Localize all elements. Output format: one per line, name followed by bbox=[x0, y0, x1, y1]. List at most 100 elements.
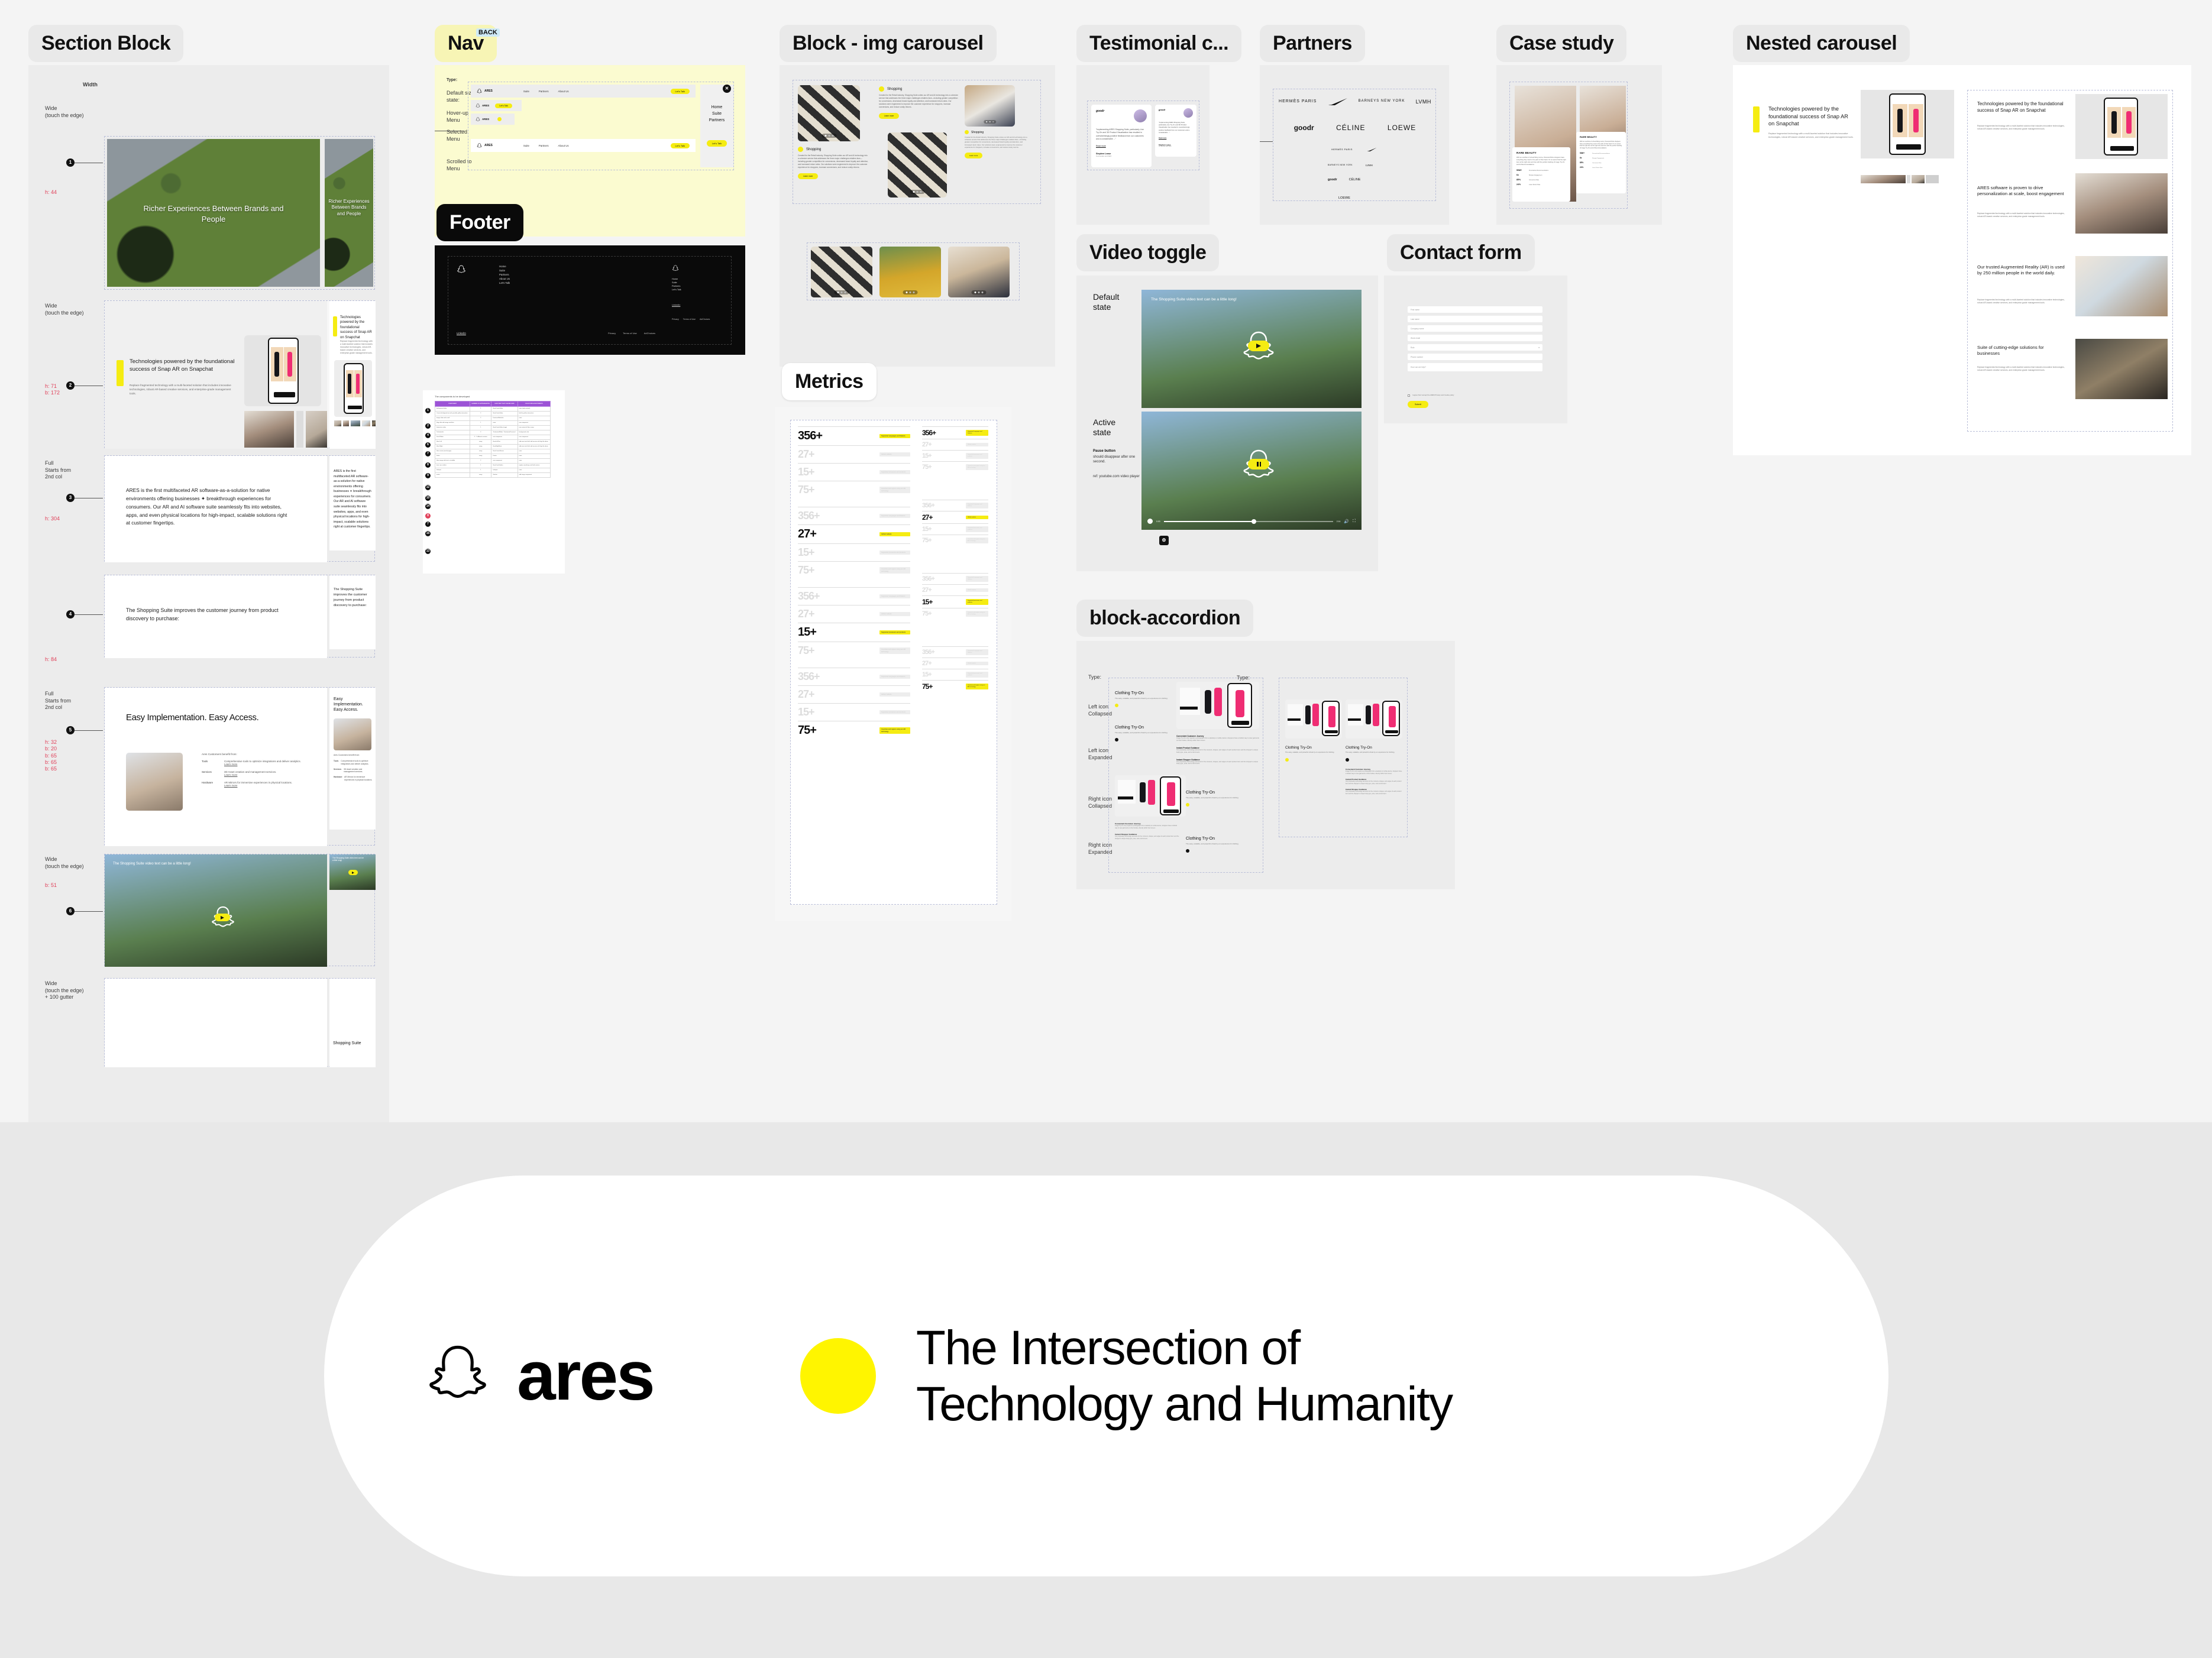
metrics-artboard[interactable]: 356+ Supported Languages and Dialects 27+ G… bbox=[790, 420, 997, 905]
menu-item-home[interactable]: Home bbox=[712, 105, 723, 109]
accordion-artboard-left[interactable]: Clothing Try-On The easy, scalable, and … bbox=[1108, 678, 1263, 873]
metric-row[interactable]: 75+ Countries and regions using our AR te… bbox=[798, 561, 910, 579]
pill-case-study[interactable]: Case study bbox=[1496, 25, 1627, 62]
pill-video-toggle[interactable]: Video toggle bbox=[1076, 234, 1220, 271]
carousel-dots[interactable] bbox=[983, 119, 997, 124]
nav-link-suite[interactable]: Suite bbox=[523, 90, 529, 93]
carousel-cta[interactable]: Learn more bbox=[879, 112, 900, 119]
nav-link-partners[interactable]: Partners bbox=[539, 144, 549, 147]
annotation-badge[interactable]: 1 bbox=[425, 408, 431, 413]
case-study-artboard[interactable]: RARE BEAUTY With an overflow of virtual … bbox=[1509, 82, 1628, 209]
expand-icon[interactable] bbox=[1186, 803, 1189, 807]
menu-item-partners[interactable]: Partners bbox=[709, 118, 725, 122]
consent-checkbox[interactable] bbox=[1408, 394, 1410, 397]
submit-button[interactable]: Submit bbox=[1408, 401, 1429, 408]
video-controls[interactable]: 0:00 2:14 🔊 ⛶ bbox=[1147, 519, 1356, 524]
table-row[interactable]: Testimonials 3 TestimonialSlider / Testimo… bbox=[435, 429, 551, 435]
metric-group[interactable]: 356+ Supported Languages and Dialects 27+ G… bbox=[798, 507, 910, 579]
metric-row[interactable]: 27+ Global markets bbox=[922, 658, 988, 669]
pill-section-block[interactable]: Section Block bbox=[28, 25, 184, 62]
input-last-name[interactable]: Last name bbox=[1408, 316, 1542, 322]
metric-group[interactable]: 356+ Supported Languages and Dialects 27+ G… bbox=[798, 426, 910, 498]
table-row[interactable]: Center left-aligned text with possible y… bbox=[435, 410, 551, 416]
metric-row[interactable]: 356+ Supported Languages and Dialects bbox=[922, 573, 988, 584]
table-row[interactable]: footer many Footer none bbox=[435, 453, 551, 459]
table-row[interactable]: Huge title with image and links 1 none new … bbox=[435, 420, 551, 426]
nav-link-about[interactable]: About Us bbox=[558, 90, 569, 93]
footer-link-partners[interactable]: Partners bbox=[499, 273, 510, 276]
metric-row[interactable]: 75+ Countries and regions using our AR te… bbox=[922, 461, 988, 472]
footer-legal-mobile[interactable]: Privacy Terms of Use AdChoices bbox=[672, 318, 710, 320]
table-row[interactable]: item case studies 1 HeroCaseStudies maybe s… bbox=[435, 462, 551, 468]
section-artboard-1[interactable]: Richer Experiences Between Brands and Pe… bbox=[104, 136, 375, 290]
footer-link-talk[interactable]: Let's Talk bbox=[672, 289, 681, 291]
frame-testimonial[interactable]: b: 18 goodr "Implementing ARES Shopping … bbox=[1076, 65, 1210, 225]
nav-cta-button[interactable]: Let's Talk bbox=[495, 103, 513, 108]
annotation-badge[interactable]: 12 bbox=[425, 485, 431, 490]
metric-row[interactable]: 75+ Countries and regions using our AR te… bbox=[798, 481, 910, 498]
footer-link-partners[interactable]: Partners bbox=[672, 285, 681, 287]
learn-more-link[interactable]: Learn more bbox=[224, 773, 237, 776]
annotation-badge[interactable]: 7 bbox=[425, 522, 431, 527]
navbar-hover[interactable]: ARES Let's Talk bbox=[471, 100, 522, 111]
section-artboard-4[interactable]: The Shopping Suite improves the customer… bbox=[104, 575, 376, 658]
metric-row[interactable]: 356+ Supported Languages and Dialects bbox=[922, 646, 988, 658]
testimonial-card[interactable]: goodr "Implementing ARES Shopping Suite,… bbox=[1155, 105, 1196, 157]
pill-img-carousel[interactable]: Block - img carousel bbox=[780, 25, 997, 62]
frame-nested-carousel[interactable]: Technologies powered by the foundational… bbox=[1733, 65, 2191, 455]
frame-video-toggle[interactable]: Default state Active state Pause button … bbox=[1076, 276, 1378, 571]
metric-row[interactable]: 356+ Supported Languages and Dialects bbox=[798, 507, 910, 524]
expand-icon[interactable] bbox=[1285, 758, 1289, 762]
testimonial-card[interactable]: goodr "Implementing ARES Shopping Suite,… bbox=[1091, 105, 1152, 167]
pill-footer[interactable]: Footer bbox=[436, 204, 523, 241]
metric-row[interactable]: 27+ Global markets bbox=[798, 524, 910, 543]
frame-footer[interactable]: Home Suite Partners About Us Let's Talk … bbox=[435, 245, 745, 355]
pill-metrics[interactable]: Metrics bbox=[782, 363, 877, 400]
table-row[interactable]: Hero Right many HeroRightBasic add more tex… bbox=[435, 443, 551, 449]
case-study-card[interactable]: RARE BEAUTY With an overflow of virtual … bbox=[1576, 132, 1626, 193]
textarea-message[interactable]: How can we help? bbox=[1408, 363, 1542, 371]
footer-link-about[interactable]: About Us bbox=[499, 277, 510, 280]
carousel-dots[interactable] bbox=[822, 134, 836, 138]
annotation-badge[interactable]: 13 bbox=[425, 549, 431, 554]
metric-row[interactable]: 75+ Countries and regions using our AR te… bbox=[798, 721, 910, 740]
metric-group[interactable]: 356+ Supported Languages and Dialects 27+ G… bbox=[798, 668, 910, 740]
legal-privacy[interactable]: Privacy bbox=[672, 318, 679, 320]
footer-legal[interactable]: Privacy Terms of Use AdChoices bbox=[608, 332, 655, 335]
pill-nested-carousel[interactable]: Nested carousel bbox=[1733, 25, 1910, 62]
table-row[interactable]: background video 1 HeroCenterVideo none (on… bbox=[435, 406, 551, 412]
component-table[interactable]: COMPONENT NUMBER OF APPEARANCES SLE/COMP T… bbox=[435, 401, 551, 478]
frame-partners[interactable]: HERMÈS PARIS BARNEYS NEW YORK LVMH goodr… bbox=[1260, 65, 1449, 225]
table-row[interactable]: hubspot 1 hubspot none bbox=[435, 467, 551, 473]
footer-nav[interactable]: Home Suite Partners About Us Let's Talk bbox=[499, 265, 510, 284]
metric-row[interactable]: 15+ Supported processors and products bbox=[922, 450, 988, 461]
footer-nav-mobile[interactable]: Home Suite Partners Let's Talk bbox=[672, 278, 681, 291]
table-row[interactable]: Image slider with scroll 2 FeaturesSliderI… bbox=[435, 415, 551, 421]
menu-item-suite[interactable]: Suite bbox=[712, 112, 722, 116]
footer-link-suite[interactable]: Suite bbox=[499, 269, 510, 272]
metric-row[interactable]: 27+ Global markets bbox=[798, 605, 910, 623]
accordion-item[interactable]: Clothing Try-On The easy, scalable, and … bbox=[1285, 746, 1336, 765]
accordion-item[interactable]: Clothing Try-On The easy, scalable, and … bbox=[1186, 837, 1239, 856]
footer-social-mobile[interactable]: LinkedIn bbox=[672, 304, 680, 306]
metric-row[interactable]: 75+ Countries and regions using our AR te… bbox=[922, 608, 988, 619]
metric-row[interactable]: 15+ Supported processors and products bbox=[922, 523, 988, 535]
collapse-icon[interactable] bbox=[1346, 758, 1349, 762]
annotation-badge[interactable]: 4 bbox=[425, 433, 431, 438]
annotation-badge[interactable]: 15 bbox=[425, 531, 431, 536]
table-row[interactable]: Interactive video 1 HeroCenterVideo (copy)… bbox=[435, 425, 551, 430]
section-artboard-5[interactable]: Easy Implementation. Easy Access. Ares C… bbox=[104, 687, 376, 846]
navbar-scrolled[interactable]: ARES Suite Partners About Us Let's Talk bbox=[471, 139, 696, 152]
metric-row[interactable]: 15+ Supported processors and products bbox=[798, 703, 910, 721]
metric-row[interactable]: 15+ Supported processors and products bbox=[798, 623, 910, 642]
metric-group[interactable]: 356+ Supported Languages and Dialects 27+ G… bbox=[798, 587, 910, 659]
table-row[interactable]: Hero image with text in a bubble 2 new com… bbox=[435, 458, 551, 464]
pause-button[interactable] bbox=[1248, 459, 1269, 469]
video-progress-bar[interactable] bbox=[1163, 519, 1333, 524]
carousel-artboard-b[interactable] bbox=[807, 242, 1020, 300]
carousel-dots[interactable] bbox=[910, 190, 925, 194]
annotation-badge[interactable]: 2 bbox=[66, 381, 75, 390]
table-row[interactable]: metric many Stacker add image component bbox=[435, 472, 551, 478]
play-button-mobile[interactable] bbox=[348, 870, 358, 875]
carousel-artboard-a[interactable]: Shopping Created for the Retail industry… bbox=[793, 80, 1041, 204]
